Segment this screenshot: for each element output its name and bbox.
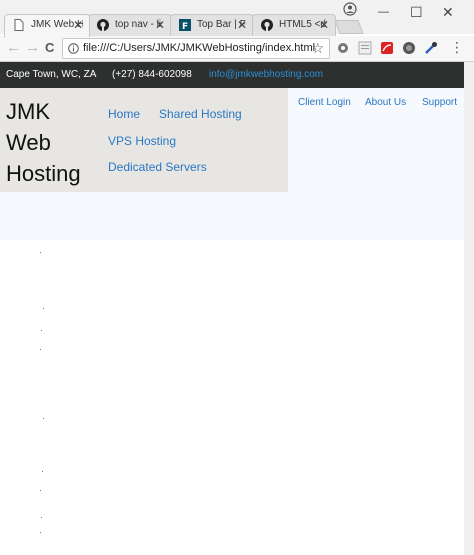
browser-tab-strip: JMK Web H ✕ top nav - li ✕ F Top Bar | F… — [0, 0, 474, 37]
close-tab-icon[interactable]: ✕ — [237, 15, 247, 35]
about-us-link[interactable]: About Us — [365, 97, 406, 108]
vertical-scrollbar[interactable] — [464, 62, 474, 555]
logo-line: Hosting — [6, 161, 81, 186]
site-logo[interactable]: JMK Web Hosting — [6, 96, 96, 189]
render-artifact — [43, 418, 44, 419]
render-artifact — [41, 330, 42, 331]
svg-text:F: F — [182, 22, 188, 31]
forward-button[interactable]: → — [25, 40, 40, 56]
tab-html5[interactable]: HTML5 <d ✕ — [252, 14, 336, 36]
render-artifact — [42, 471, 43, 472]
email-link[interactable]: info@jmkwebhosting.com — [209, 69, 323, 80]
nav-shared-hosting[interactable]: Shared Hosting — [159, 107, 242, 121]
info-icon[interactable] — [68, 43, 79, 54]
render-artifact — [40, 252, 41, 253]
pdf-ext-icon[interactable] — [380, 41, 394, 55]
nav-dedicated-servers[interactable]: Dedicated Servers — [108, 160, 207, 174]
tab-top-nav[interactable]: top nav - li ✕ — [88, 14, 172, 36]
logo-line: JMK — [6, 99, 50, 124]
close-tab-icon[interactable]: ✕ — [319, 15, 329, 35]
address-bar[interactable]: file:///C:/Users/JMK/JMKWebHosting/index… — [62, 38, 330, 59]
page-icon — [14, 19, 24, 31]
render-artifact — [43, 308, 44, 309]
bookmark-star-icon[interactable]: ☆ — [311, 40, 324, 57]
close-tab-icon[interactable]: ✕ — [155, 15, 165, 35]
support-link[interactable]: Support — [422, 97, 457, 108]
close-window-button[interactable]: ✕ — [442, 4, 454, 21]
tab-jmk-web-hosting[interactable]: JMK Web H ✕ — [4, 14, 90, 37]
tab-top-bar-foundation[interactable]: F Top Bar | F ✕ — [170, 14, 254, 36]
minimize-button[interactable]: — — [378, 6, 389, 18]
nav-vps-hosting[interactable]: VPS Hosting — [108, 134, 176, 148]
nav-home[interactable]: Home — [108, 107, 140, 121]
render-artifact — [40, 532, 41, 533]
globe-ext-icon[interactable] — [402, 41, 416, 55]
foundation-icon: F — [179, 19, 191, 31]
render-artifact — [41, 517, 42, 518]
render-artifact — [40, 490, 41, 491]
client-login-link[interactable]: Client Login — [298, 97, 351, 108]
github-icon — [261, 19, 273, 31]
new-tab-button[interactable] — [334, 20, 364, 34]
profile-icon[interactable] — [343, 2, 357, 16]
maximize-button[interactable]: ☐ — [410, 4, 423, 21]
reader-ext-icon[interactable] — [358, 41, 372, 55]
eyedropper-ext-icon[interactable] — [424, 41, 438, 55]
location-text: Cape Town, WC, ZA — [6, 69, 97, 80]
close-tab-icon[interactable]: ✕ — [73, 15, 83, 35]
github-icon — [97, 19, 109, 31]
reload-button[interactable]: C — [45, 40, 54, 56]
settings-ext-icon[interactable] — [336, 41, 350, 55]
phone-text: (+27) 844-602098 — [112, 69, 192, 80]
contact-top-bar: Cape Town, WC, ZA (+27) 844-602098 info@… — [0, 62, 464, 88]
back-button[interactable]: ← — [6, 40, 21, 56]
browser-toolbar: ← → C file:///C:/Users/JMK/JMKWebHosting… — [0, 36, 474, 62]
url-text: file:///C:/Users/JMK/JMKWebHosting/index… — [83, 42, 316, 54]
render-artifact — [40, 349, 41, 350]
page-viewport: Cape Town, WC, ZA (+27) 844-602098 info@… — [0, 62, 474, 555]
menu-icon[interactable]: ⋮ — [450, 39, 464, 55]
logo-line: Web — [6, 130, 51, 155]
